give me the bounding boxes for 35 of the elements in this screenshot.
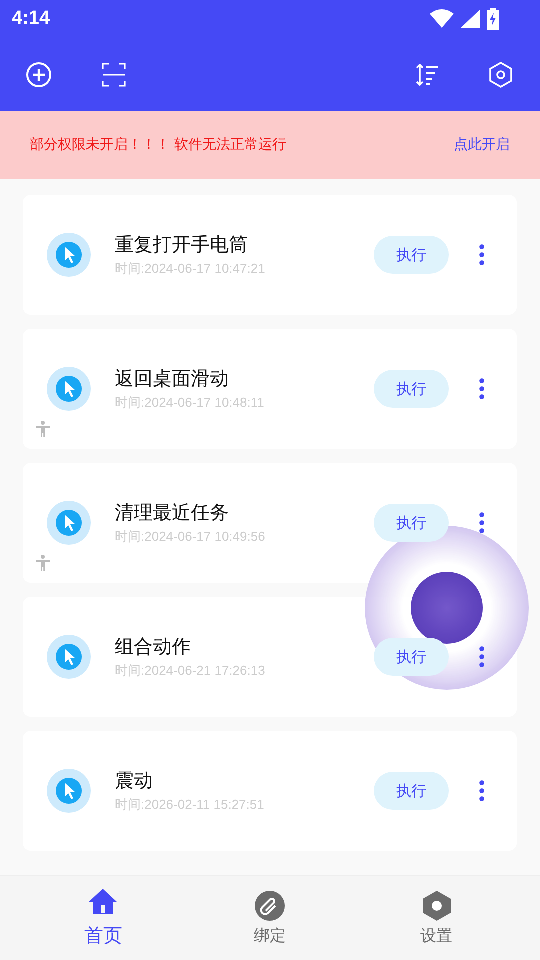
nav-tab[interactable]: 绑定 — [224, 876, 315, 960]
cursor-icon — [47, 233, 91, 277]
warning-text: 部分权限未开启！！！ 软件无法正常运行 — [30, 136, 286, 154]
task-name: 震动 — [115, 769, 154, 794]
more-icon[interactable] — [479, 646, 485, 668]
status-time: 4:14 — [12, 8, 50, 30]
sort-icon[interactable] — [415, 64, 439, 86]
signal-icon — [460, 9, 480, 29]
task-name: 重复打开手电筒 — [115, 233, 249, 258]
wifi-icon — [430, 9, 454, 29]
task-name: 返回桌面滑动 — [115, 367, 230, 392]
execute-button[interactable]: 执行 — [374, 370, 449, 408]
cursor-icon — [47, 635, 91, 679]
cursor-icon — [47, 769, 91, 813]
nav-tab[interactable]: 设置 — [392, 876, 482, 960]
enable-link[interactable]: 点此开启 — [454, 136, 510, 154]
execute-button[interactable]: 执行 — [374, 236, 449, 274]
cursor-icon — [47, 501, 91, 545]
execute-button[interactable]: 执行 — [374, 504, 449, 542]
more-icon[interactable] — [479, 780, 485, 802]
hexagon-icon — [420, 890, 453, 922]
task-name: 组合动作 — [115, 635, 192, 660]
nav-tab[interactable]: 首页 — [58, 876, 148, 960]
cursor-icon — [47, 367, 91, 411]
execute-button[interactable]: 执行 — [374, 772, 449, 810]
task-name: 清理最近任务 — [115, 501, 230, 526]
more-icon[interactable] — [479, 244, 485, 266]
battery-icon — [486, 8, 500, 30]
more-icon[interactable] — [479, 378, 485, 400]
scan-icon[interactable] — [102, 62, 126, 86]
more-icon[interactable] — [479, 512, 485, 534]
link-icon — [254, 890, 286, 922]
settings-icon[interactable] — [489, 62, 513, 88]
add-icon[interactable] — [26, 62, 52, 88]
execute-button[interactable]: 执行 — [374, 638, 449, 676]
